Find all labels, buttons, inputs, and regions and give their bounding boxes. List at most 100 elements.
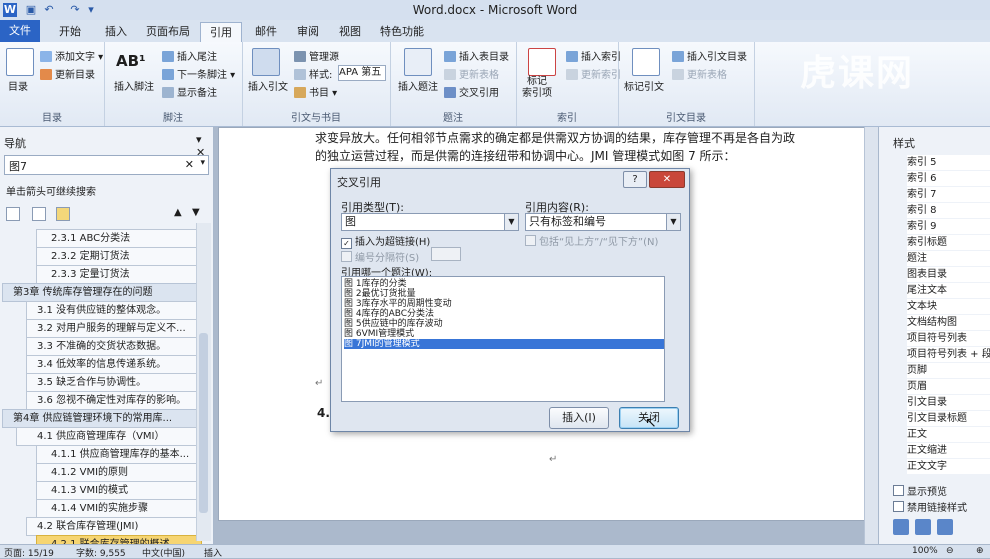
tab-home[interactable]: 开始 [50,22,90,42]
nav-item[interactable]: 4.1.3 VMI的模式 [36,481,202,500]
update-toc-button[interactable]: 更新目录 [40,66,95,81]
caption-item[interactable]: 图 1库存的分类 [344,279,664,289]
include-above-below-checkbox[interactable]: 包括“见上方”/“见下方”(N) [525,233,658,248]
nav-item[interactable]: 3.5 缺乏合作与协调性。 [26,373,198,392]
nav-item[interactable]: 2.3.3 定量订货法 [36,265,202,284]
prev-result-icon[interactable]: ▲ [174,207,182,218]
update-authorities-button[interactable]: 更新表格 [672,66,727,81]
insert-table-of-figures-button[interactable]: 插入表目录 [444,48,509,63]
document-scrollbar[interactable] [864,127,878,544]
mark-citation-button[interactable]: 标记引文 [624,78,664,93]
insert-caption-button[interactable]: 插入题注 [398,78,438,93]
zoom-level[interactable]: 100% [912,546,938,556]
number-separator-checkbox[interactable]: 编号分隔符(S) [341,249,419,264]
style-item[interactable]: 索引 5 [907,155,990,170]
style-item[interactable]: 正文缩进 [907,443,990,458]
update-table-button[interactable]: 更新表格 [444,66,499,81]
zoom-out-icon[interactable]: ⊖ [946,546,954,556]
nav-item[interactable]: 4.2 联合库存管理(JMI) [26,517,198,536]
disable-linked-styles-checkbox[interactable]: 禁用链接样式 [893,499,967,514]
manage-sources-button[interactable]: 管理源 [294,48,339,63]
manage-styles-icon[interactable] [937,519,953,535]
word-count[interactable]: 字数: 9,555 [76,546,126,559]
style-item[interactable]: 页眉 [907,379,990,394]
nav-item[interactable]: 3.4 低效率的信息传递系统。 [26,355,198,374]
style-item[interactable]: 正文 [907,427,990,442]
nav-item[interactable]: 4.1.2 VMI的原则 [36,463,202,482]
show-preview-checkbox[interactable]: 显示预览 [893,483,947,498]
pages-view-icon[interactable] [32,207,46,221]
tab-special-features[interactable]: 特色功能 [374,22,430,42]
style-item[interactable]: 项目符号列表 [907,331,990,346]
caption-item[interactable]: 图 2最优订货批量 [344,289,664,299]
nav-item[interactable]: 3.6 忽视不确定性对库存的影响。 [26,391,198,410]
insert-hyperlink-checkbox[interactable]: ✓ 插入为超链接(H) [341,233,430,249]
help-icon[interactable]: ? [623,171,647,188]
style-item[interactable]: 题注 [907,251,990,266]
bibliography-button[interactable]: 书目 ▾ [294,84,337,99]
nav-item[interactable]: 4.1 供应商管理库存（VMI） [16,427,208,446]
style-item[interactable]: 尾注文本 [907,283,990,298]
insert-index-button[interactable]: 插入索引 [566,48,621,63]
caption-item[interactable]: 图 4库存的ABC分类法 [344,309,664,319]
toc-button[interactable]: 目录 [8,78,28,93]
insert-footnote-button[interactable]: 插入脚注 [114,78,154,93]
nav-scrollbar[interactable] [196,223,211,541]
caption-item[interactable]: 图 6VMI管理模式 [344,329,664,339]
nav-item[interactable]: 第4章 供应链管理环境下的常用库... [2,409,204,428]
update-index-button[interactable]: 更新索引 [566,66,621,81]
nav-item[interactable]: 2.3.2 定期订货法 [36,247,202,266]
headings-view-icon[interactable] [6,207,20,221]
tab-page-layout[interactable]: 页面布局 [142,22,194,42]
new-style-icon[interactable] [893,519,909,535]
ref-type-select[interactable]: 图 ▼ [341,213,519,231]
tab-review[interactable]: 审阅 [290,22,326,42]
clear-search-icon[interactable]: ✕ [185,158,194,171]
style-item[interactable]: 索引 6 [907,171,990,186]
page-count[interactable]: 页面: 15/19 [4,546,54,559]
nav-item[interactable]: 3.1 没有供应链的整体观念。 [26,301,198,320]
style-item[interactable]: 索引 7 [907,187,990,202]
cross-reference-button[interactable]: 交叉引用 [444,84,499,99]
show-notes-button[interactable]: 显示备注 [162,84,217,99]
ref-content-select[interactable]: 只有标签和编号 ▼ [525,213,681,231]
tab-view[interactable]: 视图 [332,22,368,42]
language[interactable]: 中文(中国) [142,546,185,559]
insert-button[interactable]: 插入(I) [549,407,609,429]
style-item[interactable]: 文本块 [907,299,990,314]
nav-item[interactable]: 3.2 对用户服务的理解与定义不... [26,319,198,338]
results-view-icon[interactable] [56,207,70,221]
style-item[interactable]: 引文目录标题 [907,411,990,426]
tab-insert[interactable]: 插入 [96,22,136,42]
nav-item[interactable]: 4.1.4 VMI的实施步骤 [36,499,202,518]
nav-search-input[interactable]: 图7 ✕ ▾ [4,155,209,175]
style-item[interactable]: 项目符号列表 + 段 [907,347,990,362]
insert-mode[interactable]: 插入 [204,546,222,559]
caption-item-selected[interactable]: 图 7JMI的管理模式 [344,339,664,349]
insert-endnote-button[interactable]: 插入尾注 [162,48,217,63]
nav-item[interactable]: 2.3.1 ABC分类法 [36,229,202,248]
nav-item[interactable]: 3.3 不准确的交货状态数据。 [26,337,198,356]
mark-entry-button[interactable]: 标记 索引项 [522,76,552,100]
style-item[interactable]: 引文目录 [907,395,990,410]
tab-references[interactable]: 引用 [200,22,242,43]
style-item[interactable]: 索引 9 [907,219,990,234]
style-item[interactable]: 页脚 [907,363,990,378]
style-item[interactable]: 图表目录 [907,267,990,282]
caption-listbox[interactable]: 图 1库存的分类 图 2最优订货批量 图 3库存水平的周期性变动 图 4库存的A… [341,276,665,402]
style-item[interactable]: 索引标题 [907,235,990,250]
separator-input[interactable] [431,247,461,261]
style-item[interactable]: 索引 8 [907,203,990,218]
caption-item[interactable]: 图 3库存水平的周期性变动 [344,299,664,309]
style-item[interactable]: 文档结构图 [907,315,990,330]
tab-file[interactable]: 文件 [0,20,40,42]
nav-item-selected[interactable]: 4.2.1 联合库存管理的概述 [36,535,202,544]
style-inspector-icon[interactable] [915,519,931,535]
insert-citation-button[interactable]: 插入引文 [248,78,288,93]
search-dropdown-icon[interactable]: ▾ [200,158,205,168]
caption-item[interactable]: 图 5供应链中的库存波动 [344,319,664,329]
insert-authorities-button[interactable]: 插入引文目录 [672,48,747,63]
next-result-icon[interactable]: ▼ [192,207,200,218]
nav-item[interactable]: 4.1.1 供应商管理库存的基本... [36,445,202,464]
nav-item[interactable]: 第3章 传统库存管理存在的问题 [2,283,204,302]
